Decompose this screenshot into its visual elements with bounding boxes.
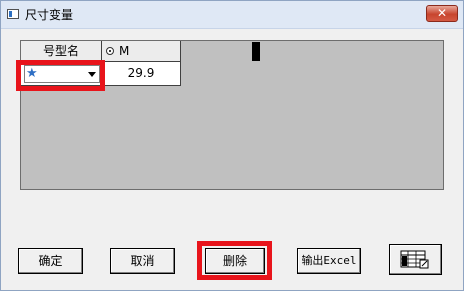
dialog-window: 尺寸变量 ✕ 号型名 M ★ 29.9 确定 取消 删除 输出Excel <box>0 0 464 291</box>
title-bar: 尺寸变量 ✕ <box>1 1 463 29</box>
close-button[interactable]: ✕ <box>426 5 458 22</box>
column-end-marker <box>252 42 260 61</box>
window-title: 尺寸变量 <box>25 8 74 22</box>
size-variable-grid: 号型名 M ★ 29.9 <box>20 40 444 190</box>
ok-button[interactable]: 确定 <box>18 248 83 274</box>
radio-selected-icon[interactable] <box>106 47 114 55</box>
size-name-dropdown[interactable]: ★ <box>24 65 100 83</box>
export-excel-button[interactable]: 输出Excel <box>297 248 361 274</box>
star-icon: ★ <box>26 66 38 81</box>
table-cell-m-value[interactable]: 29.9 <box>102 62 181 86</box>
column-header-m[interactable]: M <box>102 41 260 62</box>
spreadsheet-button[interactable] <box>389 244 442 275</box>
spreadsheet-icon <box>400 250 429 269</box>
column-header-size-name[interactable]: 号型名 <box>21 41 102 62</box>
cancel-button[interactable]: 取消 <box>110 248 175 274</box>
caret-down-icon[interactable] <box>88 72 96 77</box>
window-app-icon <box>7 9 19 19</box>
column-header-m-label: M <box>119 44 130 58</box>
delete-button[interactable]: 删除 <box>205 248 265 274</box>
